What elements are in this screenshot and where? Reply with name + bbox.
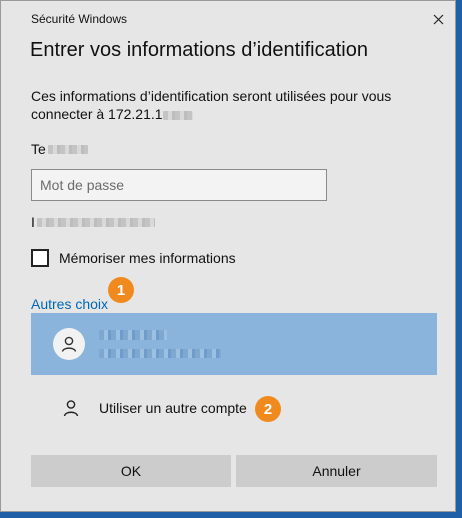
- description-text: Ces informations d’identification seront…: [31, 87, 431, 123]
- more-choices-link[interactable]: Autres choix: [31, 296, 108, 312]
- annotation-badge-2: 2: [255, 396, 281, 422]
- user-outline-icon: [61, 398, 81, 418]
- redacted-account-email: [99, 349, 221, 358]
- window-title: Sécurité Windows: [31, 12, 128, 26]
- domain-display: I: [31, 214, 155, 230]
- account-text: [99, 330, 221, 358]
- cancel-button[interactable]: Annuler: [236, 455, 437, 487]
- desktop-edge-bottom: [0, 512, 462, 518]
- remember-checkbox[interactable]: Mémoriser mes informations: [31, 249, 236, 267]
- username-prefix: Te: [31, 141, 46, 157]
- desktop-edge-right: [456, 0, 462, 518]
- redacted-account-name: [99, 330, 167, 340]
- username-display: Te: [31, 141, 88, 157]
- credential-dialog: Sécurité Windows Entrer vos informations…: [0, 0, 456, 512]
- other-account-option[interactable]: Utiliser un autre compte: [31, 387, 437, 429]
- password-field[interactable]: [31, 169, 327, 201]
- checkbox-box[interactable]: [31, 249, 49, 267]
- domain-prefix: I: [31, 214, 35, 230]
- user-icon: [53, 328, 85, 360]
- redacted-username: [47, 144, 88, 154]
- close-button[interactable]: [425, 7, 451, 31]
- remember-label: Mémoriser mes informations: [59, 250, 236, 266]
- annotation-badge-1: 1: [108, 277, 134, 303]
- dialog-heading: Entrer vos informations d’identification: [30, 39, 368, 61]
- redacted-ip-tail: [162, 110, 193, 120]
- account-option-selected[interactable]: [31, 313, 437, 375]
- redacted-domain: [36, 217, 155, 227]
- description-label: Ces informations d’identification seront…: [31, 88, 392, 122]
- close-icon: [433, 14, 443, 24]
- other-account-label: Utiliser un autre compte: [99, 400, 247, 416]
- ok-button[interactable]: OK: [31, 455, 231, 487]
